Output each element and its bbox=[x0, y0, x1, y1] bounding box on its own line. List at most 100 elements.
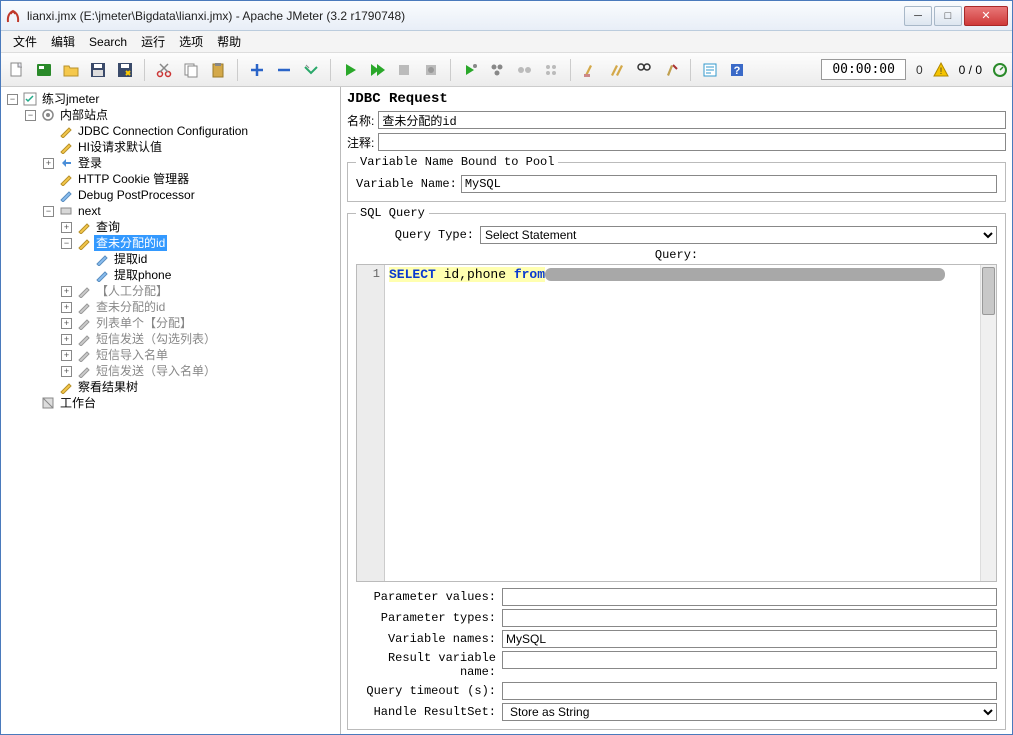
menu-help[interactable]: 帮助 bbox=[211, 31, 247, 52]
tree-root[interactable]: −练习jmeter bbox=[5, 91, 338, 107]
postprocessor-icon bbox=[94, 251, 110, 267]
variable-name-label: Variable Name: bbox=[356, 177, 457, 191]
sampler-icon bbox=[76, 235, 92, 251]
save-button[interactable] bbox=[86, 58, 110, 82]
toggle-button[interactable] bbox=[299, 58, 323, 82]
start-button[interactable] bbox=[338, 58, 362, 82]
menu-run[interactable]: 运行 bbox=[135, 31, 171, 52]
variable-name-input[interactable] bbox=[461, 175, 997, 193]
param-values-label: Parameter values: bbox=[356, 590, 496, 604]
panel-title: JDBC Request bbox=[347, 91, 1006, 107]
param-values-input[interactable] bbox=[502, 588, 997, 606]
testplan-icon bbox=[22, 91, 38, 107]
new-button[interactable] bbox=[5, 58, 29, 82]
cut-button[interactable] bbox=[152, 58, 176, 82]
handle-rs-label: Handle ResultSet: bbox=[356, 705, 496, 719]
collapse-button[interactable] bbox=[272, 58, 296, 82]
name-label: 名称: bbox=[347, 112, 374, 129]
stop-button[interactable] bbox=[392, 58, 416, 82]
tree-login[interactable]: +登录 bbox=[41, 155, 338, 171]
editor-code[interactable]: SELECT id,phone from bbox=[385, 265, 996, 581]
thread-count: 0 / 0 bbox=[959, 63, 982, 77]
editor-scrollbar[interactable] bbox=[980, 265, 996, 581]
tree-cookie-mgr[interactable]: HTTP Cookie 管理器 bbox=[41, 171, 338, 187]
result-var-input[interactable] bbox=[502, 651, 997, 669]
minimize-button[interactable]: ─ bbox=[904, 6, 932, 26]
remote-start-all-button[interactable] bbox=[485, 58, 509, 82]
tree-jdbc-conn[interactable]: JDBC Connection Configuration bbox=[41, 123, 338, 139]
titlebar: lianxi.jmx (E:\jmeter\Bigdata\lianxi.jmx… bbox=[1, 1, 1012, 31]
tree-manual[interactable]: +【人工分配】 bbox=[59, 283, 338, 299]
comment-input[interactable] bbox=[378, 133, 1006, 151]
menu-options[interactable]: 选项 bbox=[173, 31, 209, 52]
expand-button[interactable] bbox=[245, 58, 269, 82]
tree-http-default[interactable]: HI设请求默认值 bbox=[41, 139, 338, 155]
menu-file[interactable]: 文件 bbox=[7, 31, 43, 52]
tree-sms-send-import[interactable]: +短信发送（导入名单） bbox=[59, 363, 338, 379]
tree-next[interactable]: −next bbox=[41, 203, 338, 219]
tree-result-tree[interactable]: 察看结果树 bbox=[41, 379, 338, 395]
variable-pool-legend: Variable Name Bound to Pool bbox=[356, 155, 558, 169]
controller-icon bbox=[58, 203, 74, 219]
save-as-button[interactable] bbox=[113, 58, 137, 82]
tree-sms-import[interactable]: +短信导入名单 bbox=[59, 347, 338, 363]
name-input[interactable] bbox=[378, 111, 1006, 129]
tree-extract-phone[interactable]: 提取phone bbox=[77, 267, 338, 283]
sampler-disabled-icon bbox=[76, 363, 92, 379]
variable-pool-fieldset: Variable Name Bound to Pool Variable Nam… bbox=[347, 155, 1006, 202]
paste-button[interactable] bbox=[206, 58, 230, 82]
query-type-select[interactable]: Select Statement bbox=[480, 226, 997, 244]
open-button[interactable] bbox=[59, 58, 83, 82]
query-type-label: Query Type: bbox=[356, 228, 474, 242]
tree-pane[interactable]: −练习jmeter −内部站点 JDBC Connection Configur… bbox=[1, 87, 341, 734]
close-button[interactable]: ✕ bbox=[964, 6, 1008, 26]
config-icon bbox=[58, 123, 74, 139]
query-header: Query: bbox=[356, 248, 997, 262]
menu-edit[interactable]: 编辑 bbox=[45, 31, 81, 52]
tree-sms-send-checked[interactable]: +短信发送（勾选列表） bbox=[59, 331, 338, 347]
listener-icon bbox=[58, 379, 74, 395]
remote-start-button[interactable] bbox=[458, 58, 482, 82]
help-button[interactable]: ? bbox=[725, 58, 749, 82]
search-button[interactable] bbox=[632, 58, 656, 82]
sampler-disabled-icon bbox=[76, 331, 92, 347]
maximize-button[interactable]: □ bbox=[934, 6, 962, 26]
param-types-label: Parameter types: bbox=[356, 611, 496, 625]
config-icon bbox=[58, 171, 74, 187]
sql-query-fieldset: SQL Query Query Type: Select Statement Q… bbox=[347, 206, 1006, 730]
clear-all-button[interactable] bbox=[605, 58, 629, 82]
remote-shutdown-button[interactable] bbox=[539, 58, 563, 82]
query-timeout-label: Query timeout (s): bbox=[356, 684, 496, 698]
start-no-pauses-button[interactable] bbox=[365, 58, 389, 82]
tree-query[interactable]: +查询 bbox=[59, 219, 338, 235]
function-helper-button[interactable] bbox=[698, 58, 722, 82]
tree-list-single[interactable]: +列表单个【分配】 bbox=[59, 315, 338, 331]
variable-names-input[interactable] bbox=[502, 630, 997, 648]
postprocessor-icon bbox=[58, 187, 74, 203]
tree-workbench[interactable]: 工作台 bbox=[23, 395, 338, 411]
tree-query-unassigned[interactable]: +查未分配的id bbox=[59, 299, 338, 315]
clear-button[interactable] bbox=[578, 58, 602, 82]
gauge-icon bbox=[992, 62, 1008, 78]
redacted-text bbox=[545, 268, 945, 281]
tree-extract-id[interactable]: 提取id bbox=[77, 251, 338, 267]
handle-rs-select[interactable]: Store as String bbox=[502, 703, 997, 721]
remote-stop-button[interactable] bbox=[512, 58, 536, 82]
sampler-disabled-icon bbox=[76, 315, 92, 331]
copy-button[interactable] bbox=[179, 58, 203, 82]
reset-search-button[interactable] bbox=[659, 58, 683, 82]
menu-search[interactable]: Search bbox=[83, 33, 133, 51]
app-icon bbox=[5, 8, 21, 24]
param-types-input[interactable] bbox=[502, 609, 997, 627]
postprocessor-icon bbox=[94, 267, 110, 283]
sql-editor[interactable]: 1 SELECT id,phone from bbox=[356, 264, 997, 582]
query-timeout-input[interactable] bbox=[502, 682, 997, 700]
tree-selected-sampler[interactable]: −查未分配的id bbox=[59, 235, 338, 251]
sql-query-legend: SQL Query bbox=[356, 206, 429, 220]
templates-button[interactable] bbox=[32, 58, 56, 82]
error-count: 0 bbox=[916, 63, 923, 77]
tree-threadgroup[interactable]: −内部站点 bbox=[23, 107, 338, 123]
shutdown-button[interactable] bbox=[419, 58, 443, 82]
tree-debug-pp[interactable]: Debug PostProcessor bbox=[41, 187, 338, 203]
sampler-disabled-icon bbox=[76, 283, 92, 299]
